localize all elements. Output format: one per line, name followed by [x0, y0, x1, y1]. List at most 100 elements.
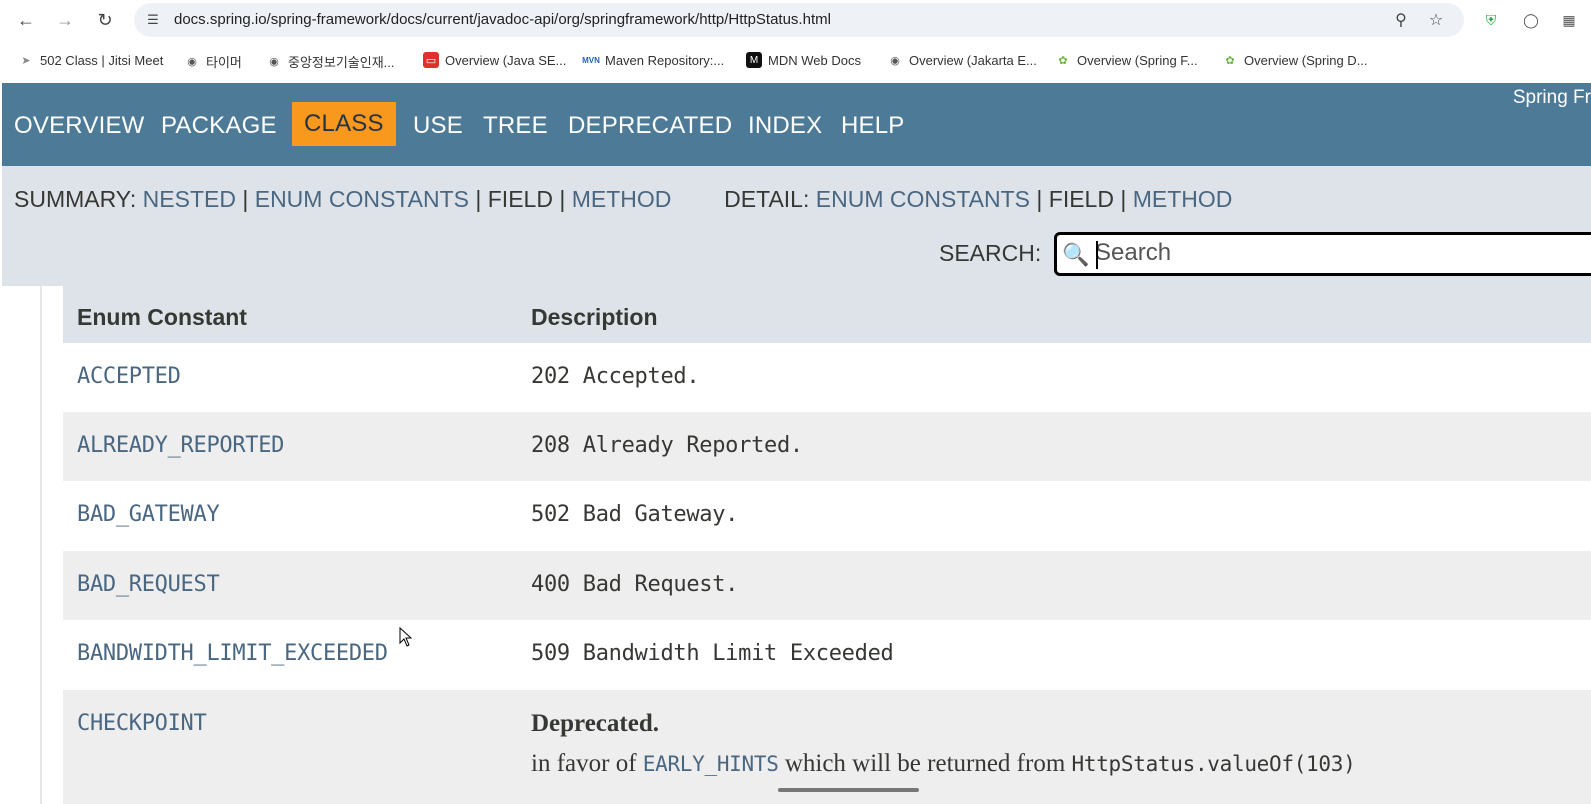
mvn-icon: MVN — [582, 55, 600, 65]
bookmark-item[interactable]: ◉ Overview (Jakarta E... — [887, 52, 1037, 68]
globe-icon: ◉ — [890, 54, 900, 67]
bookmark-star-icon[interactable]: ☆ — [1426, 10, 1446, 30]
detail-method-link[interactable]: METHOD — [1133, 186, 1233, 212]
horizontal-scrollbar[interactable] — [778, 788, 919, 792]
reload-icon[interactable]: ↻ — [93, 8, 117, 32]
zoom-icon[interactable]: ⚲ — [1391, 10, 1411, 30]
summary-nested-link[interactable]: NESTED — [143, 186, 236, 212]
nav-overview[interactable]: OVERVIEW — [14, 112, 145, 140]
enum-constant-link[interactable]: BAD_GATEWAY — [77, 502, 220, 527]
jitsi-icon: ➤ — [21, 54, 31, 67]
left-rail — [40, 286, 42, 804]
back-icon[interactable]: ← — [14, 8, 38, 32]
search-input[interactable] — [1095, 237, 1591, 269]
bookmark-item[interactable]: M MDN Web Docs — [746, 52, 861, 68]
column-header-description: Description — [531, 304, 658, 330]
early-hints-link[interactable]: EARLY_HINTS — [643, 752, 779, 776]
shield-extension-icon[interactable]: ⛨ — [1480, 9, 1502, 31]
bookmark-label: 타이머 — [206, 55, 242, 70]
nav-tree[interactable]: TREE — [483, 112, 548, 140]
enum-description: 202 Accepted. — [531, 364, 700, 389]
enum-description: 509 Bandwidth Limit Exceeded — [531, 641, 894, 666]
site-info-icon[interactable]: ☰ — [144, 11, 162, 29]
mdn-icon: M — [746, 52, 762, 68]
bookmark-item[interactable]: ◉ 중앙정보기술인재... — [266, 52, 395, 71]
bookmark-item[interactable]: ✿ Overview (Spring F... — [1055, 52, 1198, 68]
browser-chrome: ← → ↻ ☰ docs.spring.io/spring-framework/… — [0, 0, 1591, 83]
sub-nav-links: SUMMARY: NESTED | ENUM CONSTANTS | FIELD… — [14, 186, 1232, 213]
bookmark-item[interactable]: ◉ 타이머 — [184, 52, 242, 71]
detail-enum-constants-link[interactable]: ENUM CONSTANTS — [816, 186, 1030, 212]
table-header: Enum Constant Description — [63, 286, 1591, 343]
detail-field-text: FIELD — [1048, 186, 1114, 212]
bookmarks-bar: ➤ 502 Class | Jitsi Meet ◉ 타이머 ◉ 중앙정보기술인… — [0, 44, 1591, 76]
summary-label: SUMMARY: — [14, 186, 137, 212]
nav-help[interactable]: HELP — [841, 112, 905, 140]
globe-icon: ◉ — [269, 56, 279, 68]
extensions-menu-icon[interactable]: ▦ — [1558, 9, 1580, 31]
separator: | — [1036, 186, 1043, 212]
nav-use[interactable]: USE — [413, 112, 463, 140]
detail-label: DETAIL: — [724, 186, 810, 212]
about-title: Spring Fr — [1512, 87, 1591, 108]
nav-package[interactable]: PACKAGE — [161, 112, 277, 140]
enum-constant-summary-table: Enum Constant Description ACCEPTED 202 A… — [63, 286, 1591, 804]
enum-constant-link[interactable]: BAD_REQUEST — [77, 572, 220, 597]
deprecation-comment: in favor of EARLY_HINTS which will be re… — [531, 750, 1356, 778]
search-label: SEARCH: — [939, 240, 1042, 266]
table-row: ALREADY_REPORTED 208 Already Reported. — [63, 412, 1591, 482]
separator: | — [559, 186, 566, 212]
bookmark-label: Overview (Java SE... — [445, 52, 567, 68]
address-bar[interactable]: ☰ docs.spring.io/spring-framework/docs/c… — [134, 3, 1464, 37]
enum-constant-link[interactable]: BANDWIDTH_LIMIT_EXCEEDED — [77, 641, 388, 666]
nav-index[interactable]: INDEX — [748, 112, 822, 140]
browser-toolbar: ← → ↻ ☰ docs.spring.io/spring-framework/… — [0, 0, 1591, 40]
table-row: CHECKPOINT Deprecated. in favor of EARLY… — [63, 690, 1591, 804]
bookmark-label: Maven Repository:... — [605, 52, 725, 68]
summary-enum-constants-link[interactable]: ENUM CONSTANTS — [255, 186, 469, 212]
enum-description: 502 Bad Gateway. — [531, 502, 739, 527]
bookmark-label: Overview (Jakarta E... — [909, 52, 1037, 68]
bookmark-label: MDN Web Docs — [768, 52, 861, 68]
spring-icon: ✿ — [1225, 54, 1235, 67]
separator: | — [242, 186, 249, 212]
deprecation-prefix: in favor of — [531, 750, 643, 777]
enum-constant-link[interactable]: CHECKPOINT — [77, 711, 207, 736]
summary-field-text: FIELD — [487, 186, 553, 212]
mouse-cursor-icon — [399, 627, 413, 647]
text-caret — [1096, 241, 1098, 269]
bookmark-label: 중앙정보기술인재... — [288, 55, 395, 70]
url-text[interactable]: docs.spring.io/spring-framework/docs/cur… — [174, 11, 831, 28]
enum-constant-link[interactable]: ALREADY_REPORTED — [77, 433, 284, 458]
enum-description: 400 Bad Request. — [531, 572, 739, 597]
nav-class[interactable]: CLASS — [292, 102, 396, 146]
oracle-icon: ▭ — [423, 52, 439, 68]
column-header-enum-constant: Enum Constant — [77, 304, 247, 330]
enum-constant-link[interactable]: ACCEPTED — [77, 364, 181, 389]
bookmark-item[interactable]: ➤ 502 Class | Jitsi Meet — [18, 52, 163, 68]
deprecation-middle: which will be returned from — [778, 750, 1072, 777]
nav-deprecated[interactable]: DEPRECATED — [568, 112, 732, 140]
bookmark-label: Overview (Spring D... — [1244, 52, 1368, 68]
table-row: BAD_REQUEST 400 Bad Request. — [63, 551, 1591, 621]
bookmark-label: 502 Class | Jitsi Meet — [40, 52, 164, 68]
bookmark-item[interactable]: ▭ Overview (Java SE... — [423, 52, 566, 68]
extension-icon[interactable]: ◯ — [1520, 9, 1542, 31]
bookmark-label: Overview (Spring F... — [1077, 52, 1198, 68]
summary-method-link[interactable]: METHOD — [572, 186, 672, 212]
search-box[interactable]: 🔍 — [1054, 232, 1591, 276]
separator: | — [1120, 186, 1127, 212]
enum-description: 208 Already Reported. — [531, 433, 803, 458]
deprecation-code: HttpStatus.valueOf(103) — [1071, 752, 1356, 776]
top-nav-bar: OVERVIEW PACKAGE CLASS USE TREE DEPRECAT… — [2, 83, 1591, 166]
spring-icon: ✿ — [1058, 54, 1068, 67]
table-row: BANDWIDTH_LIMIT_EXCEEDED 509 Bandwidth L… — [63, 620, 1591, 690]
search-icon: 🔍 — [1062, 242, 1090, 267]
sub-nav-bar: SUMMARY: NESTED | ENUM CONSTANTS | FIELD… — [2, 166, 1591, 286]
forward-icon[interactable]: → — [53, 8, 77, 32]
table-row: ACCEPTED 202 Accepted. — [63, 343, 1591, 413]
separator: | — [475, 186, 482, 212]
globe-icon: ◉ — [187, 56, 197, 68]
bookmark-item[interactable]: MVN Maven Repository:... — [582, 52, 725, 68]
bookmark-item[interactable]: ✿ Overview (Spring D... — [1222, 52, 1368, 68]
